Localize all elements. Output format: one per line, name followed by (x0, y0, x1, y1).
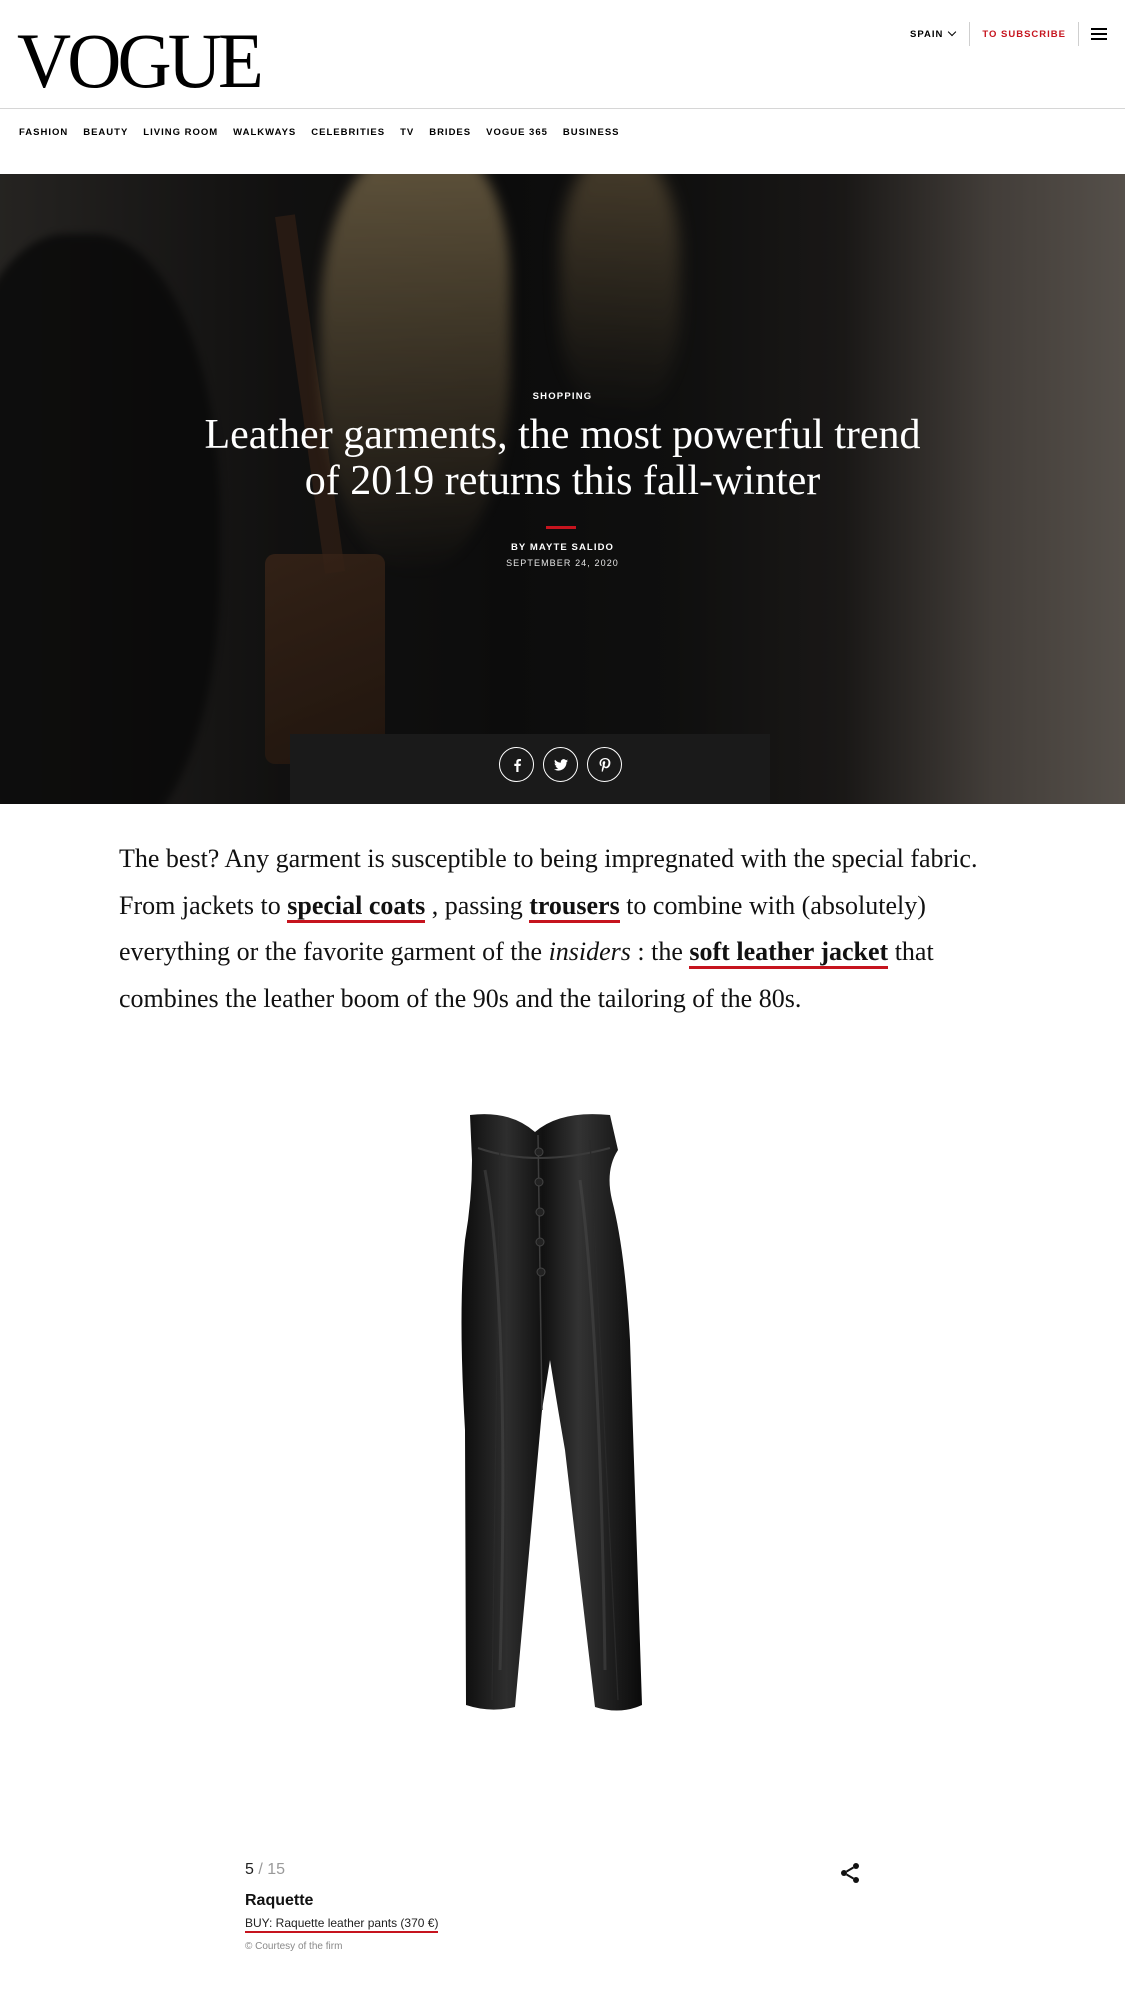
hero-banner: SHOPPING Leather garments, the most powe… (0, 174, 1125, 804)
article-category[interactable]: SHOPPING (0, 391, 1125, 402)
product-image-leather-trousers[interactable] (430, 1110, 670, 1715)
link-trousers[interactable]: trousers (529, 890, 620, 923)
nav-item-fashion[interactable]: FASHION (19, 127, 68, 138)
gallery-counter: 5 / 15 (245, 1861, 285, 1879)
site-header: VOGUE SPAIN TO SUBSCRIBE (0, 0, 1125, 109)
nav-item-beauty[interactable]: BEAUTY (83, 127, 128, 138)
link-special-coats[interactable]: special coats (287, 890, 426, 923)
pinterest-share-button[interactable] (587, 747, 622, 782)
nav-item-celebrities[interactable]: CELEBRITIES (311, 127, 385, 138)
social-share (499, 747, 622, 782)
main-nav: FASHION BEAUTY LIVING ROOM WALKWAYS CELE… (19, 127, 620, 138)
twitter-icon (553, 758, 568, 771)
emphasis-insiders: insiders (548, 937, 631, 966)
twitter-share-button[interactable] (543, 747, 578, 782)
title-underline (546, 526, 576, 529)
nav-item-walkways[interactable]: WALKWAYS (233, 127, 296, 138)
vogue-logo[interactable]: VOGUE (17, 22, 264, 100)
gallery-separator: / (258, 1861, 263, 1878)
chevron-down-icon (948, 27, 957, 37)
nav-item-living-room[interactable]: LIVING ROOM (143, 127, 218, 138)
article-paragraph: The best? Any garment is susceptible to … (119, 836, 1009, 1022)
facebook-icon (513, 758, 521, 772)
paragraph-text: , passing (425, 890, 530, 920)
buy-link[interactable]: BUY: Raquette leather pants (370 €) (245, 1916, 439, 1933)
paragraph-text: : the (630, 937, 690, 966)
article-title: Leather garments, the most powerful tren… (204, 412, 921, 504)
divider (1078, 22, 1079, 46)
nav-item-tv[interactable]: TV (400, 127, 414, 138)
nav-item-brides[interactable]: BRIDES (429, 127, 471, 138)
nav-item-business[interactable]: BUSINESS (563, 127, 620, 138)
link-soft-leather-jacket[interactable]: soft leather jacket (689, 937, 889, 969)
facebook-share-button[interactable] (499, 747, 534, 782)
product-brand: Raquette (245, 1892, 314, 1909)
gallery-total: 15 (267, 1861, 286, 1878)
article-date: SEPTEMBER 24, 2020 (506, 558, 619, 568)
image-credit: © Courtesy of the firm (245, 1941, 343, 1952)
gallery-current: 5 (245, 1861, 254, 1878)
nav-item-vogue-365[interactable]: VOGUE 365 (486, 127, 548, 138)
hamburger-menu-icon[interactable] (1091, 28, 1107, 40)
share-icon[interactable] (838, 1861, 862, 1885)
pinterest-icon (599, 757, 610, 772)
region-label: SPAIN (910, 28, 944, 40)
subscribe-link[interactable]: TO SUBSCRIBE (970, 29, 1078, 40)
region-selector[interactable]: SPAIN (910, 27, 969, 40)
article-byline[interactable]: BY MAYTE SALIDO (0, 542, 1125, 553)
header-actions: SPAIN TO SUBSCRIBE (910, 22, 1107, 46)
